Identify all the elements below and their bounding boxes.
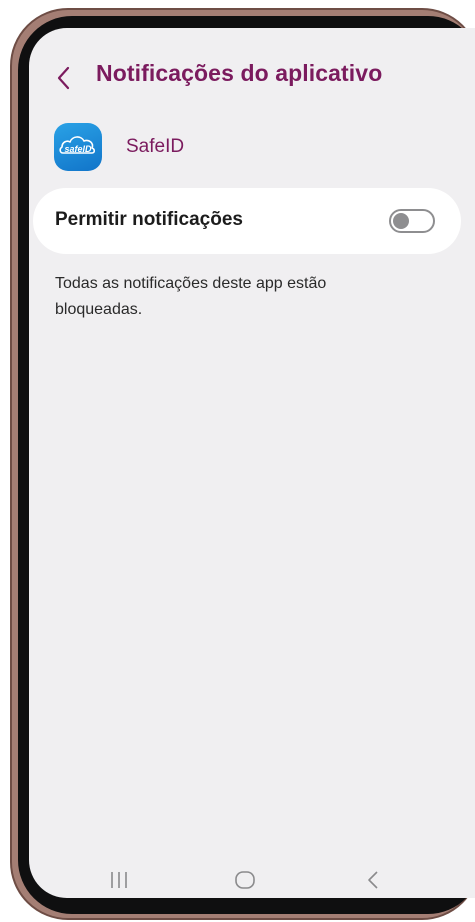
home-button[interactable]: [227, 868, 263, 892]
recents-icon: [111, 872, 127, 888]
back-icon: [368, 871, 378, 889]
safeid-app-icon: safeID: [54, 123, 102, 171]
allow-notifications-toggle[interactable]: [389, 209, 435, 233]
app-bar: Notificações do aplicativo: [29, 58, 475, 98]
home-icon: [235, 871, 255, 889]
app-icon-text: safeID: [64, 144, 92, 154]
page-title: Notificações do aplicativo: [96, 60, 383, 86]
toggle-knob: [393, 213, 409, 229]
app-name: SafeID: [126, 136, 185, 157]
allow-notifications-label: Permitir notificações: [55, 209, 243, 230]
chevron-left-icon: [57, 66, 70, 90]
notifications-blocked-message: Todas as notificações deste app estão bl…: [55, 275, 327, 318]
cloud-logo-icon: safeID: [59, 136, 96, 154]
screen: Notificações do aplicativo safeID SafeID…: [29, 28, 475, 898]
navigation-bar: [29, 860, 475, 898]
app-info-row: safeID SafeID: [54, 123, 184, 171]
back-button[interactable]: [49, 62, 79, 94]
allow-notifications-card[interactable]: Permitir notificações: [33, 188, 461, 254]
recents-button[interactable]: [101, 868, 137, 892]
nav-back-button[interactable]: [355, 868, 391, 892]
